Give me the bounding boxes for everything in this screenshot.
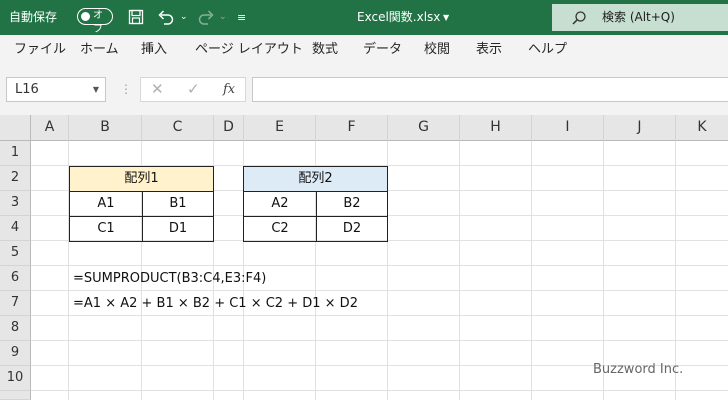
- row-header-5[interactable]: 5: [0, 241, 31, 266]
- array2-header[interactable]: 配列2: [243, 166, 388, 192]
- undo-dropdown-icon[interactable]: ⌄: [180, 0, 188, 35]
- search-label: 検索 (Alt+Q): [602, 10, 675, 24]
- column-header-g[interactable]: G: [388, 115, 460, 141]
- more-icon: ⋮: [120, 82, 132, 96]
- search-box[interactable]: 検索 (Alt+Q): [552, 4, 728, 31]
- row-header-2[interactable]: 2: [0, 166, 31, 191]
- cell-b6-formula[interactable]: =SUMPRODUCT(B3:C4,E3:F4): [73, 266, 266, 291]
- column-header-b[interactable]: B: [69, 115, 142, 141]
- cell-c3[interactable]: B1: [142, 191, 214, 217]
- tab-insert[interactable]: 挿入: [141, 35, 167, 68]
- cancel-icon[interactable]: ✕: [151, 78, 164, 101]
- redo-dropdown-icon[interactable]: ⌄: [219, 0, 227, 35]
- row-header-10[interactable]: 10: [0, 366, 31, 391]
- cell-b4[interactable]: C1: [69, 216, 143, 242]
- customize-toolbar-icon[interactable]: ≡: [237, 0, 246, 35]
- column-header-f[interactable]: F: [316, 115, 388, 141]
- row-header-4[interactable]: 4: [0, 216, 31, 241]
- cell-b3[interactable]: A1: [69, 191, 143, 217]
- search-icon: [572, 11, 586, 25]
- array1-header[interactable]: 配列1: [69, 166, 214, 192]
- formula-bar: L16 ▼ ⋮ ✕ ✓ fx: [0, 68, 728, 115]
- row-header-11[interactable]: [0, 391, 31, 400]
- tab-review[interactable]: 校閲: [424, 35, 450, 68]
- tab-help[interactable]: ヘルプ: [528, 35, 567, 68]
- row-header-7[interactable]: 7: [0, 291, 31, 316]
- column-header-j[interactable]: J: [604, 115, 676, 141]
- chevron-down-icon[interactable]: ▼: [93, 78, 99, 101]
- redo-icon[interactable]: [197, 0, 215, 35]
- autosave-label: 自動保存: [9, 10, 58, 24]
- watermark: Buzzword Inc.: [593, 362, 684, 377]
- column-header-i[interactable]: I: [532, 115, 604, 141]
- row-header-6[interactable]: 6: [0, 266, 31, 291]
- toggle-knob: [81, 11, 90, 21]
- insert-function-icon[interactable]: fx: [223, 78, 235, 101]
- filename-dropdown-icon[interactable]: ▼: [443, 0, 449, 35]
- ribbon-tabs: ファイル ホーム 挿入 ページ レイアウト 数式 データ 校閲 表示 ヘルプ: [0, 35, 728, 68]
- select-all-corner[interactable]: [0, 115, 31, 141]
- name-box-value: L16: [15, 82, 39, 97]
- cell-e3[interactable]: A2: [243, 191, 317, 217]
- undo-icon[interactable]: [157, 0, 175, 35]
- column-header-k[interactable]: K: [676, 115, 728, 141]
- autosave-toggle[interactable]: オフ: [77, 8, 113, 35]
- cell-f4[interactable]: D2: [316, 216, 388, 242]
- formula-buttons: ✕ ✓ fx: [140, 77, 246, 102]
- row-header-9[interactable]: 9: [0, 341, 31, 366]
- tab-page-layout[interactable]: ページ レイアウト: [195, 35, 303, 68]
- enter-icon[interactable]: ✓: [187, 78, 200, 101]
- column-header-c[interactable]: C: [142, 115, 214, 141]
- tab-data[interactable]: データ: [363, 35, 402, 68]
- row-header-8[interactable]: 8: [0, 316, 31, 341]
- autosave-state: オフ: [93, 10, 103, 35]
- tab-file[interactable]: ファイル: [14, 35, 66, 68]
- name-box[interactable]: L16 ▼: [6, 77, 106, 102]
- file-name[interactable]: Excel関数.xlsx: [357, 0, 440, 35]
- cell-f3[interactable]: B2: [316, 191, 388, 217]
- row-header-1[interactable]: 1: [0, 141, 31, 166]
- column-header-d[interactable]: D: [214, 115, 244, 141]
- column-header-h[interactable]: H: [460, 115, 532, 141]
- cell-e4[interactable]: C2: [243, 216, 317, 242]
- tab-view[interactable]: 表示: [476, 35, 502, 68]
- tab-home[interactable]: ホーム: [80, 35, 119, 68]
- formula-input[interactable]: [252, 77, 728, 102]
- column-header-a[interactable]: A: [31, 115, 69, 141]
- save-icon[interactable]: [128, 0, 144, 35]
- row-header-3[interactable]: 3: [0, 191, 31, 216]
- cell-b7-formula[interactable]: =A1 × A2 + B1 × B2 + C1 × C2 + D1 × D2: [73, 291, 358, 316]
- column-header-e[interactable]: E: [244, 115, 316, 141]
- title-bar: 自動保存 オフ ⌄ ⌄ ≡ Excel関数.xlsx ▼ 検索 (Alt+Q): [0, 0, 728, 35]
- tab-formulas[interactable]: 数式: [312, 35, 338, 68]
- cell-c4[interactable]: D1: [142, 216, 214, 242]
